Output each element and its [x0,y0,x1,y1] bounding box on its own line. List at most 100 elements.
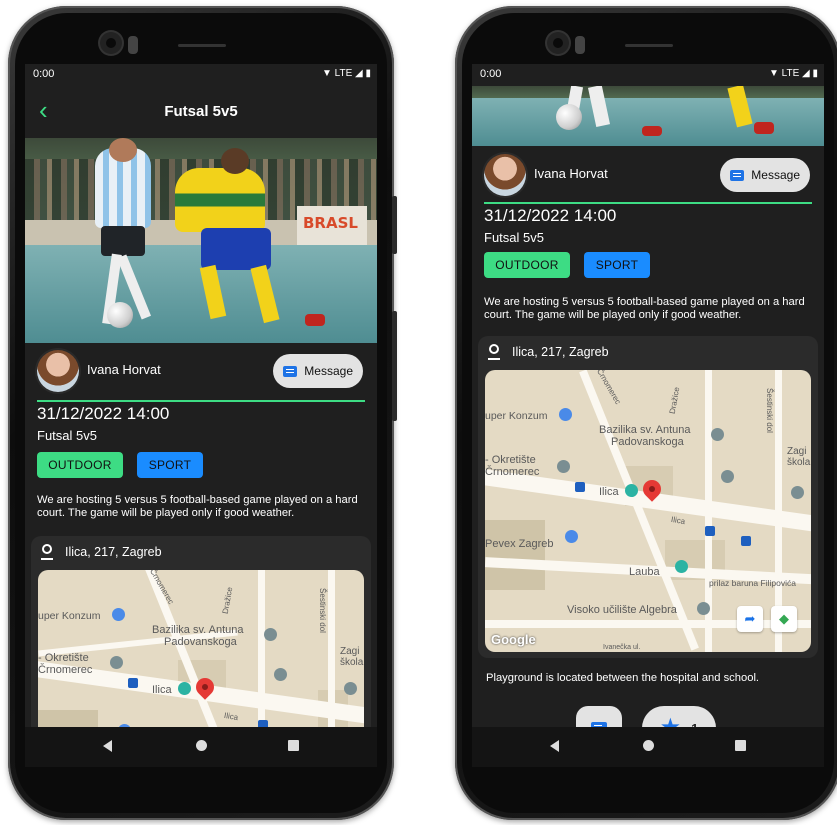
museum-icon [675,560,688,573]
page-title: Futsal 5v5 [164,103,238,120]
map-label-drazice: Dražice [667,386,682,415]
school-icon [274,668,287,681]
nav-home-icon[interactable] [196,740,207,751]
nav-home-icon[interactable] [643,740,654,751]
nav-back-icon[interactable] [550,740,559,752]
transit-icon [110,656,123,669]
shop-icon [559,408,572,421]
map-label-crnomerec: Črnomerec [485,466,540,478]
status-icons: ▼ LTE ◢ ▮ [321,68,371,79]
status-bar: 0:00 ▼ LTE ◢ ▮ [25,64,377,86]
divider [484,202,812,204]
system-nav-bar [25,727,377,767]
system-nav-bar [472,727,824,767]
map-label-church1: Bazilika sv. Antuna [599,424,691,436]
tag-sport: SPORT [584,252,650,278]
transit-icon [557,460,570,473]
map-label-sestinski: Šestinski dol [317,588,327,633]
map-label-crnomerec: Črnomerec [38,664,93,676]
directions-icon[interactable]: ➦ [737,606,763,632]
nav-back-icon[interactable] [103,740,112,752]
message-button-label: Message [751,168,800,182]
map-label-sestinski: Šestinski dol [764,388,774,433]
google-maps-icon[interactable]: ◆ [771,606,797,632]
tag-outdoor: OUTDOOR [37,452,123,478]
map-label-okretiste: - Okretište [485,454,536,466]
location-note: Playground is located between the hospit… [486,672,760,684]
organizer-row: Ivana Horvat Message [472,150,824,200]
school-icon-2 [791,486,804,499]
location-card: Ilica, 217, Zagreb uper Konzum Bazilika … [478,336,818,658]
event-datetime: 31/12/2022 14:00 [484,206,617,225]
organizer-name: Ivana Horvat [534,166,608,181]
map-label-ilica-road: Ilica [223,710,239,723]
message-button[interactable]: Message [273,354,363,388]
avatar[interactable] [484,154,526,196]
map-label-drazice: Dražice [220,586,235,615]
front-camera [100,32,122,54]
phone-left: 0:00 ▼ LTE ◢ ▮ ‹ Futsal 5v5 BRASL Ivana … [8,6,397,820]
map-label-pevex: Pevex Zagreb [485,538,554,550]
map-label-ilica-road: Ilica [670,514,686,527]
map[interactable]: uper Konzum Bazilika sv. Antuna Padovans… [485,370,811,652]
status-bar: 0:00 ▼ LTE ◢ ▮ [472,64,824,86]
event-subtitle: Futsal 5v5 [484,230,544,245]
bus-stop-icon [705,526,715,536]
event-image [472,86,824,146]
message-button[interactable]: Message [720,158,810,192]
church-icon [264,628,277,641]
church-icon [711,428,724,441]
location-header: Ilica, 217, Zagreb [41,544,162,560]
event-image: BRASL [25,138,377,343]
nav-recent-icon[interactable] [735,740,746,751]
restaurant-icon [625,484,638,497]
map-label-church1: Bazilika sv. Antuna [152,624,244,636]
map-label-okretiste: - Okretište [38,652,89,664]
organizer-row: Ivana Horvat Message [25,346,377,396]
app-bar: ‹ Futsal 5v5 [25,86,377,138]
screen: 0:00 ▼ LTE ◢ ▮ Ivana Horvat Message 31/1… [472,64,824,767]
message-button-label: Message [304,364,353,378]
status-icons: ▼ LTE ◢ ▮ [768,68,818,79]
map-label-konzum: uper Konzum [485,410,548,422]
location-header: Ilica, 217, Zagreb [488,344,609,360]
volume-button [392,196,397,254]
power-button [392,311,397,421]
map-label-skola: Zagi škola [787,446,811,468]
map-label-algebra: Visoko učilište Algebra [567,604,677,616]
map-label-ilica: Ilica [599,486,619,498]
event-datetime: 31/12/2022 14:00 [37,404,170,423]
location-pin-icon [488,344,500,360]
map-label-skola: Zagi škola [340,646,364,668]
status-time: 0:00 [480,68,502,80]
event-subtitle: Futsal 5v5 [37,428,97,443]
restaurant-icon [178,682,191,695]
event-description: We are hosting 5 versus 5 football-based… [37,494,358,519]
map-label-filipovica: prilaz baruna Filipovića [709,578,796,588]
front-camera [547,32,569,54]
map-label-konzum: uper Konzum [38,610,101,622]
nav-recent-icon[interactable] [288,740,299,751]
map-label-ivanecka: Ivanečka ul. [603,644,641,651]
tag-outdoor: OUTDOOR [484,252,570,278]
network-label: LTE [781,68,800,79]
shop-icon-2 [565,530,578,543]
school-icon-3 [697,602,710,615]
tag-sport: SPORT [137,452,203,478]
avatar[interactable] [37,350,79,392]
message-icon [730,169,745,181]
bus-stop-icon-3 [128,678,138,688]
status-time: 0:00 [33,68,55,80]
location-address: Ilica, 217, Zagreb [512,345,609,359]
event-description: We are hosting 5 versus 5 football-based… [484,296,805,321]
school-icon [721,470,734,483]
message-icon [283,365,298,377]
bus-stop-icon-2 [741,536,751,546]
map-label-church2: Padovanskoga [611,436,684,448]
earpiece-speaker [625,44,673,47]
map-label-lauba: Lauba [629,566,660,578]
earpiece-speaker [178,44,226,47]
phone-right: 0:00 ▼ LTE ◢ ▮ Ivana Horvat Message 31/1… [455,6,837,820]
google-logo: Google [491,632,536,647]
map-label-ilica: Ilica [152,684,172,696]
